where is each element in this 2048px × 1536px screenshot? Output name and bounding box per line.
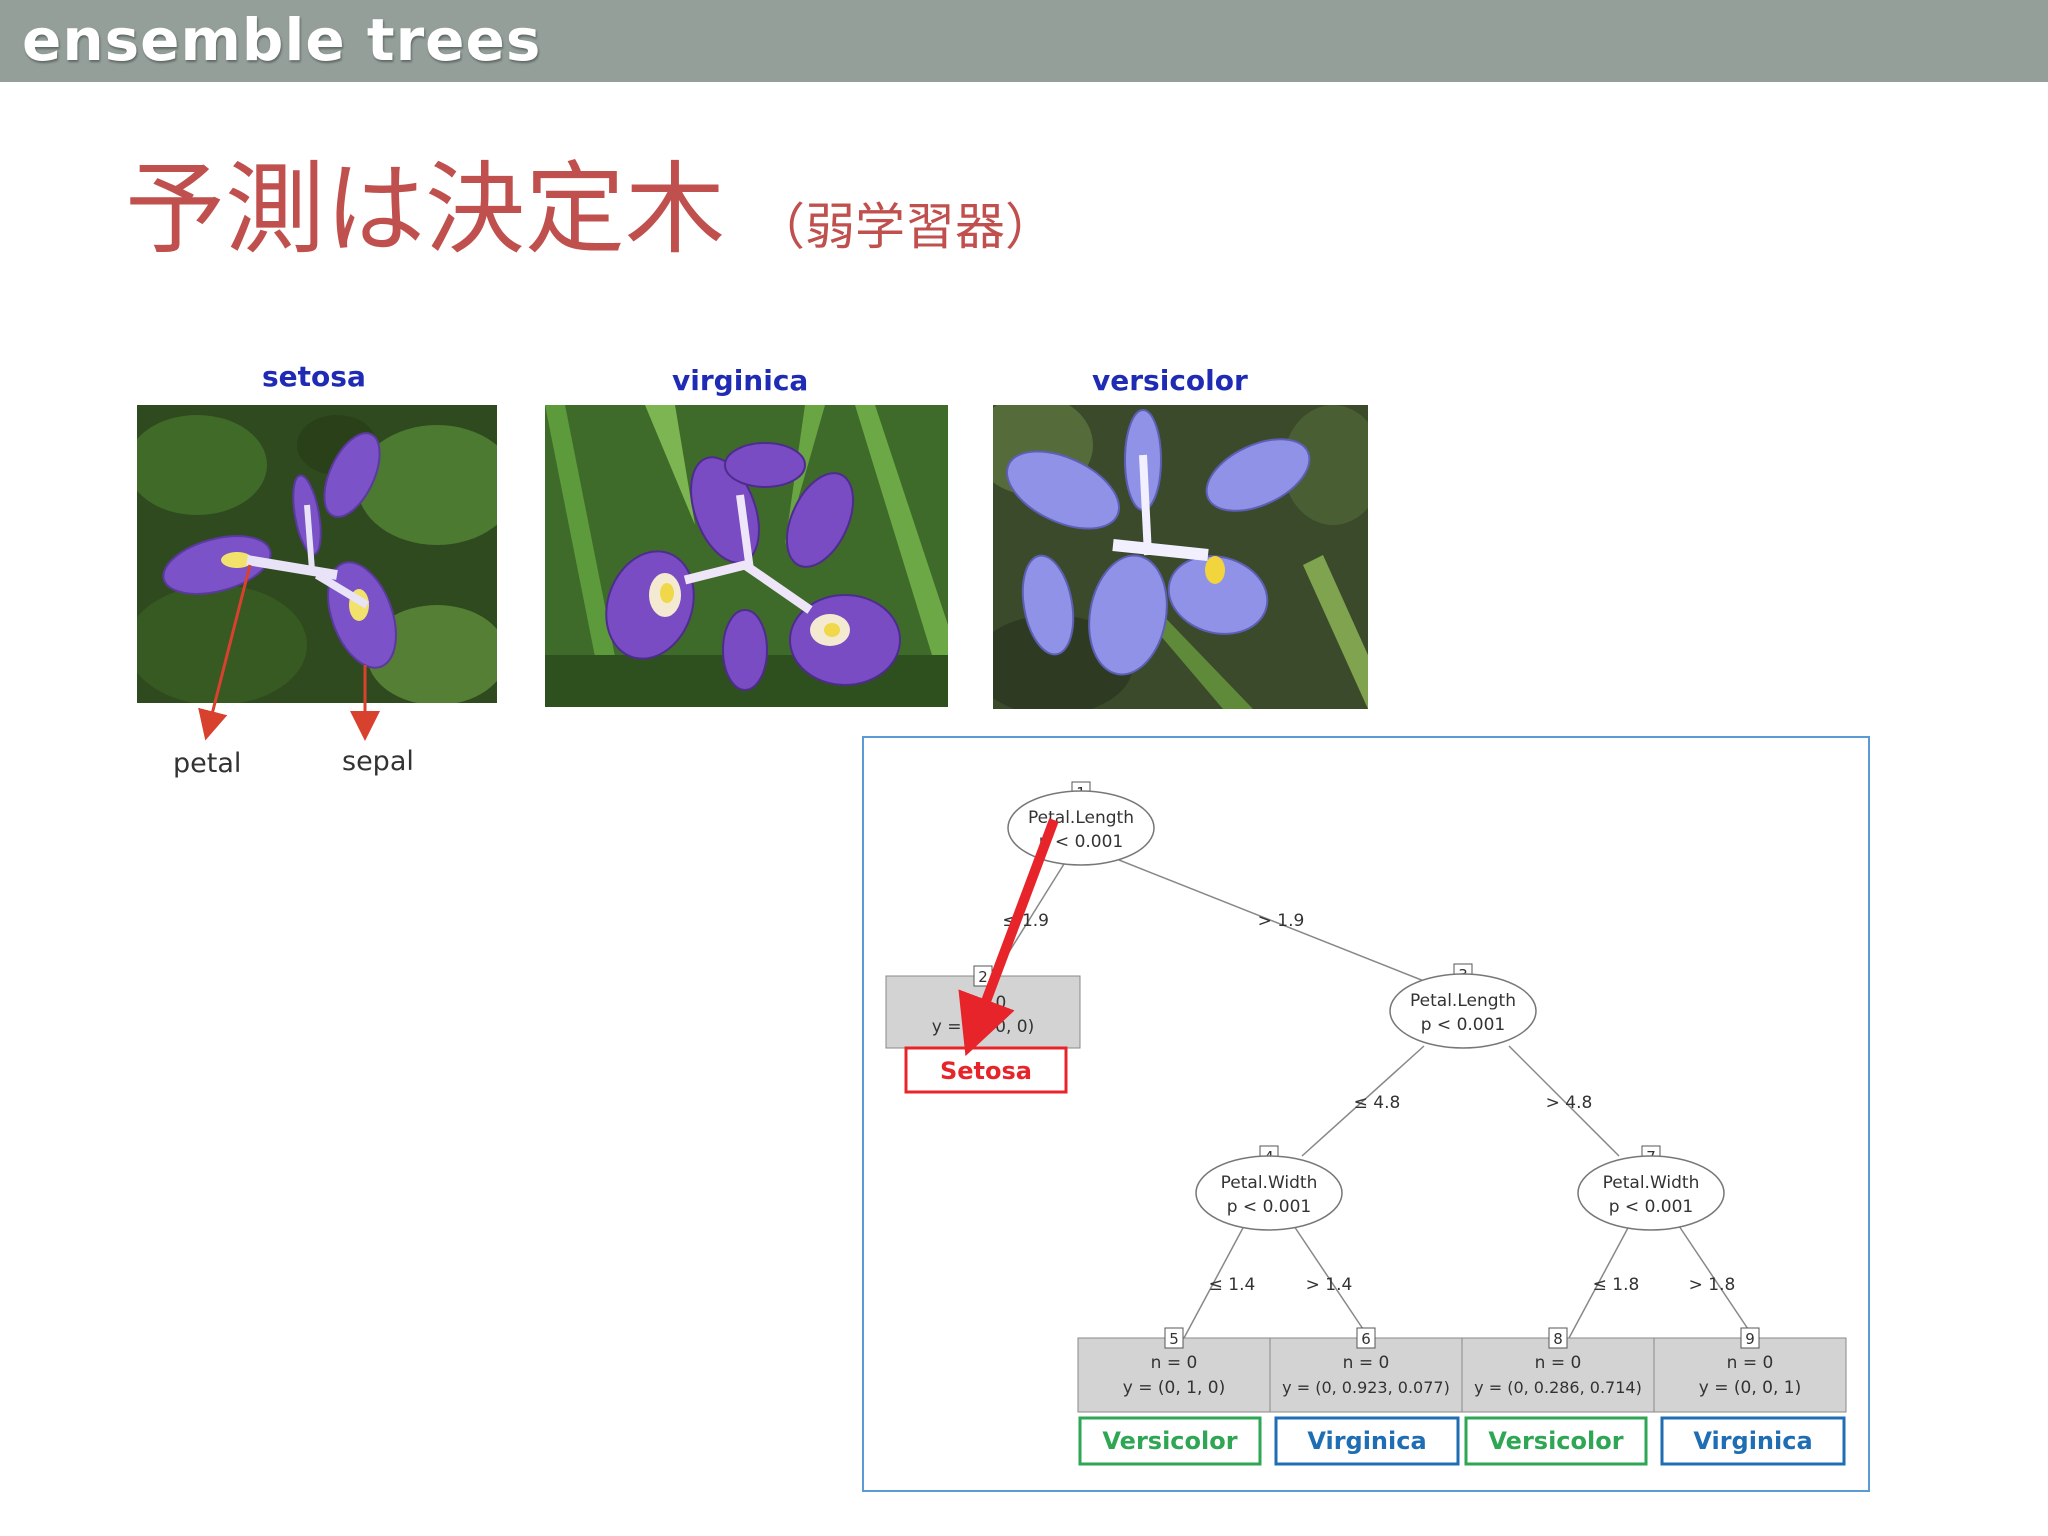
edge-labels: ≤ 1.9 > 1.9 ≤ 4.8 > 4.8 ≤ 1.4 > 1.4 ≤ 1.… (1002, 911, 1735, 1295)
class-label-versicolor-2: Versicolor (1488, 1427, 1623, 1455)
leaf-8 (1461, 1337, 1655, 1413)
edge-label-3-right: > 4.8 (1546, 1093, 1593, 1113)
node-7-var: Petal.Width (1603, 1173, 1700, 1193)
class-label-setosa: Setosa (940, 1057, 1032, 1085)
leaf-9-y: y = (0, 0, 1) (1699, 1378, 1801, 1398)
class-label-virginica-2: Virginica (1693, 1427, 1812, 1455)
leaf-9-id: 9 (1745, 1330, 1755, 1348)
leaf-8-y: y = (0, 0.286, 0.714) (1474, 1378, 1642, 1397)
leaf-6-y: y = (0, 0.923, 0.077) (1282, 1378, 1450, 1397)
node-4-var: Petal.Width (1221, 1173, 1318, 1193)
node-1-var: Petal.Length (1028, 808, 1134, 828)
node-7 (1577, 1155, 1725, 1231)
decision-tree-panel: 1 Petal.Length p < 0.001 3 Petal.Length … (862, 736, 1870, 1492)
leaf-5-y: y = (0, 1, 0) (1123, 1378, 1225, 1398)
edge-label-7-right: > 1.8 (1689, 1275, 1736, 1295)
leaf-5-id: 5 (1169, 1330, 1179, 1348)
class-label-virginica-1: Virginica (1307, 1427, 1426, 1455)
petal-arrow (198, 564, 252, 741)
node-7-p: p < 0.001 (1609, 1197, 1694, 1217)
node-3-p: p < 0.001 (1421, 1015, 1506, 1035)
leaf-9-n: n = 0 (1727, 1353, 1774, 1373)
leaf-5-n: n = 0 (1151, 1353, 1198, 1373)
edge-label-4-left: ≤ 1.4 (1209, 1275, 1256, 1295)
leaf-9 (1653, 1337, 1847, 1413)
edge-label-1-right: > 1.9 (1258, 911, 1305, 931)
node-1 (1007, 790, 1155, 866)
leaf-6-n: n = 0 (1343, 1353, 1390, 1373)
node-3 (1389, 973, 1537, 1049)
node-3-var: Petal.Length (1410, 991, 1516, 1011)
leaf-6-id: 6 (1361, 1330, 1371, 1348)
edge-label-7-left: ≤ 1.8 (1593, 1275, 1640, 1295)
leaf-6 (1269, 1337, 1463, 1413)
node-4 (1195, 1155, 1343, 1231)
node-4-p: p < 0.001 (1227, 1197, 1312, 1217)
leaf-8-n: n = 0 (1535, 1353, 1582, 1373)
leaf-8-id: 8 (1553, 1330, 1563, 1348)
edge-label-4-right: > 1.4 (1306, 1275, 1353, 1295)
sepal-label: sepal (342, 746, 414, 777)
edge-label-3-left: ≤ 4.8 (1354, 1093, 1401, 1113)
decision-tree: 1 Petal.Length p < 0.001 3 Petal.Length … (885, 781, 1847, 1466)
leaf-2-id: 2 (978, 968, 988, 986)
class-label-versicolor-1: Versicolor (1102, 1427, 1237, 1455)
petal-label: petal (173, 748, 242, 779)
leaf-5 (1077, 1337, 1271, 1413)
